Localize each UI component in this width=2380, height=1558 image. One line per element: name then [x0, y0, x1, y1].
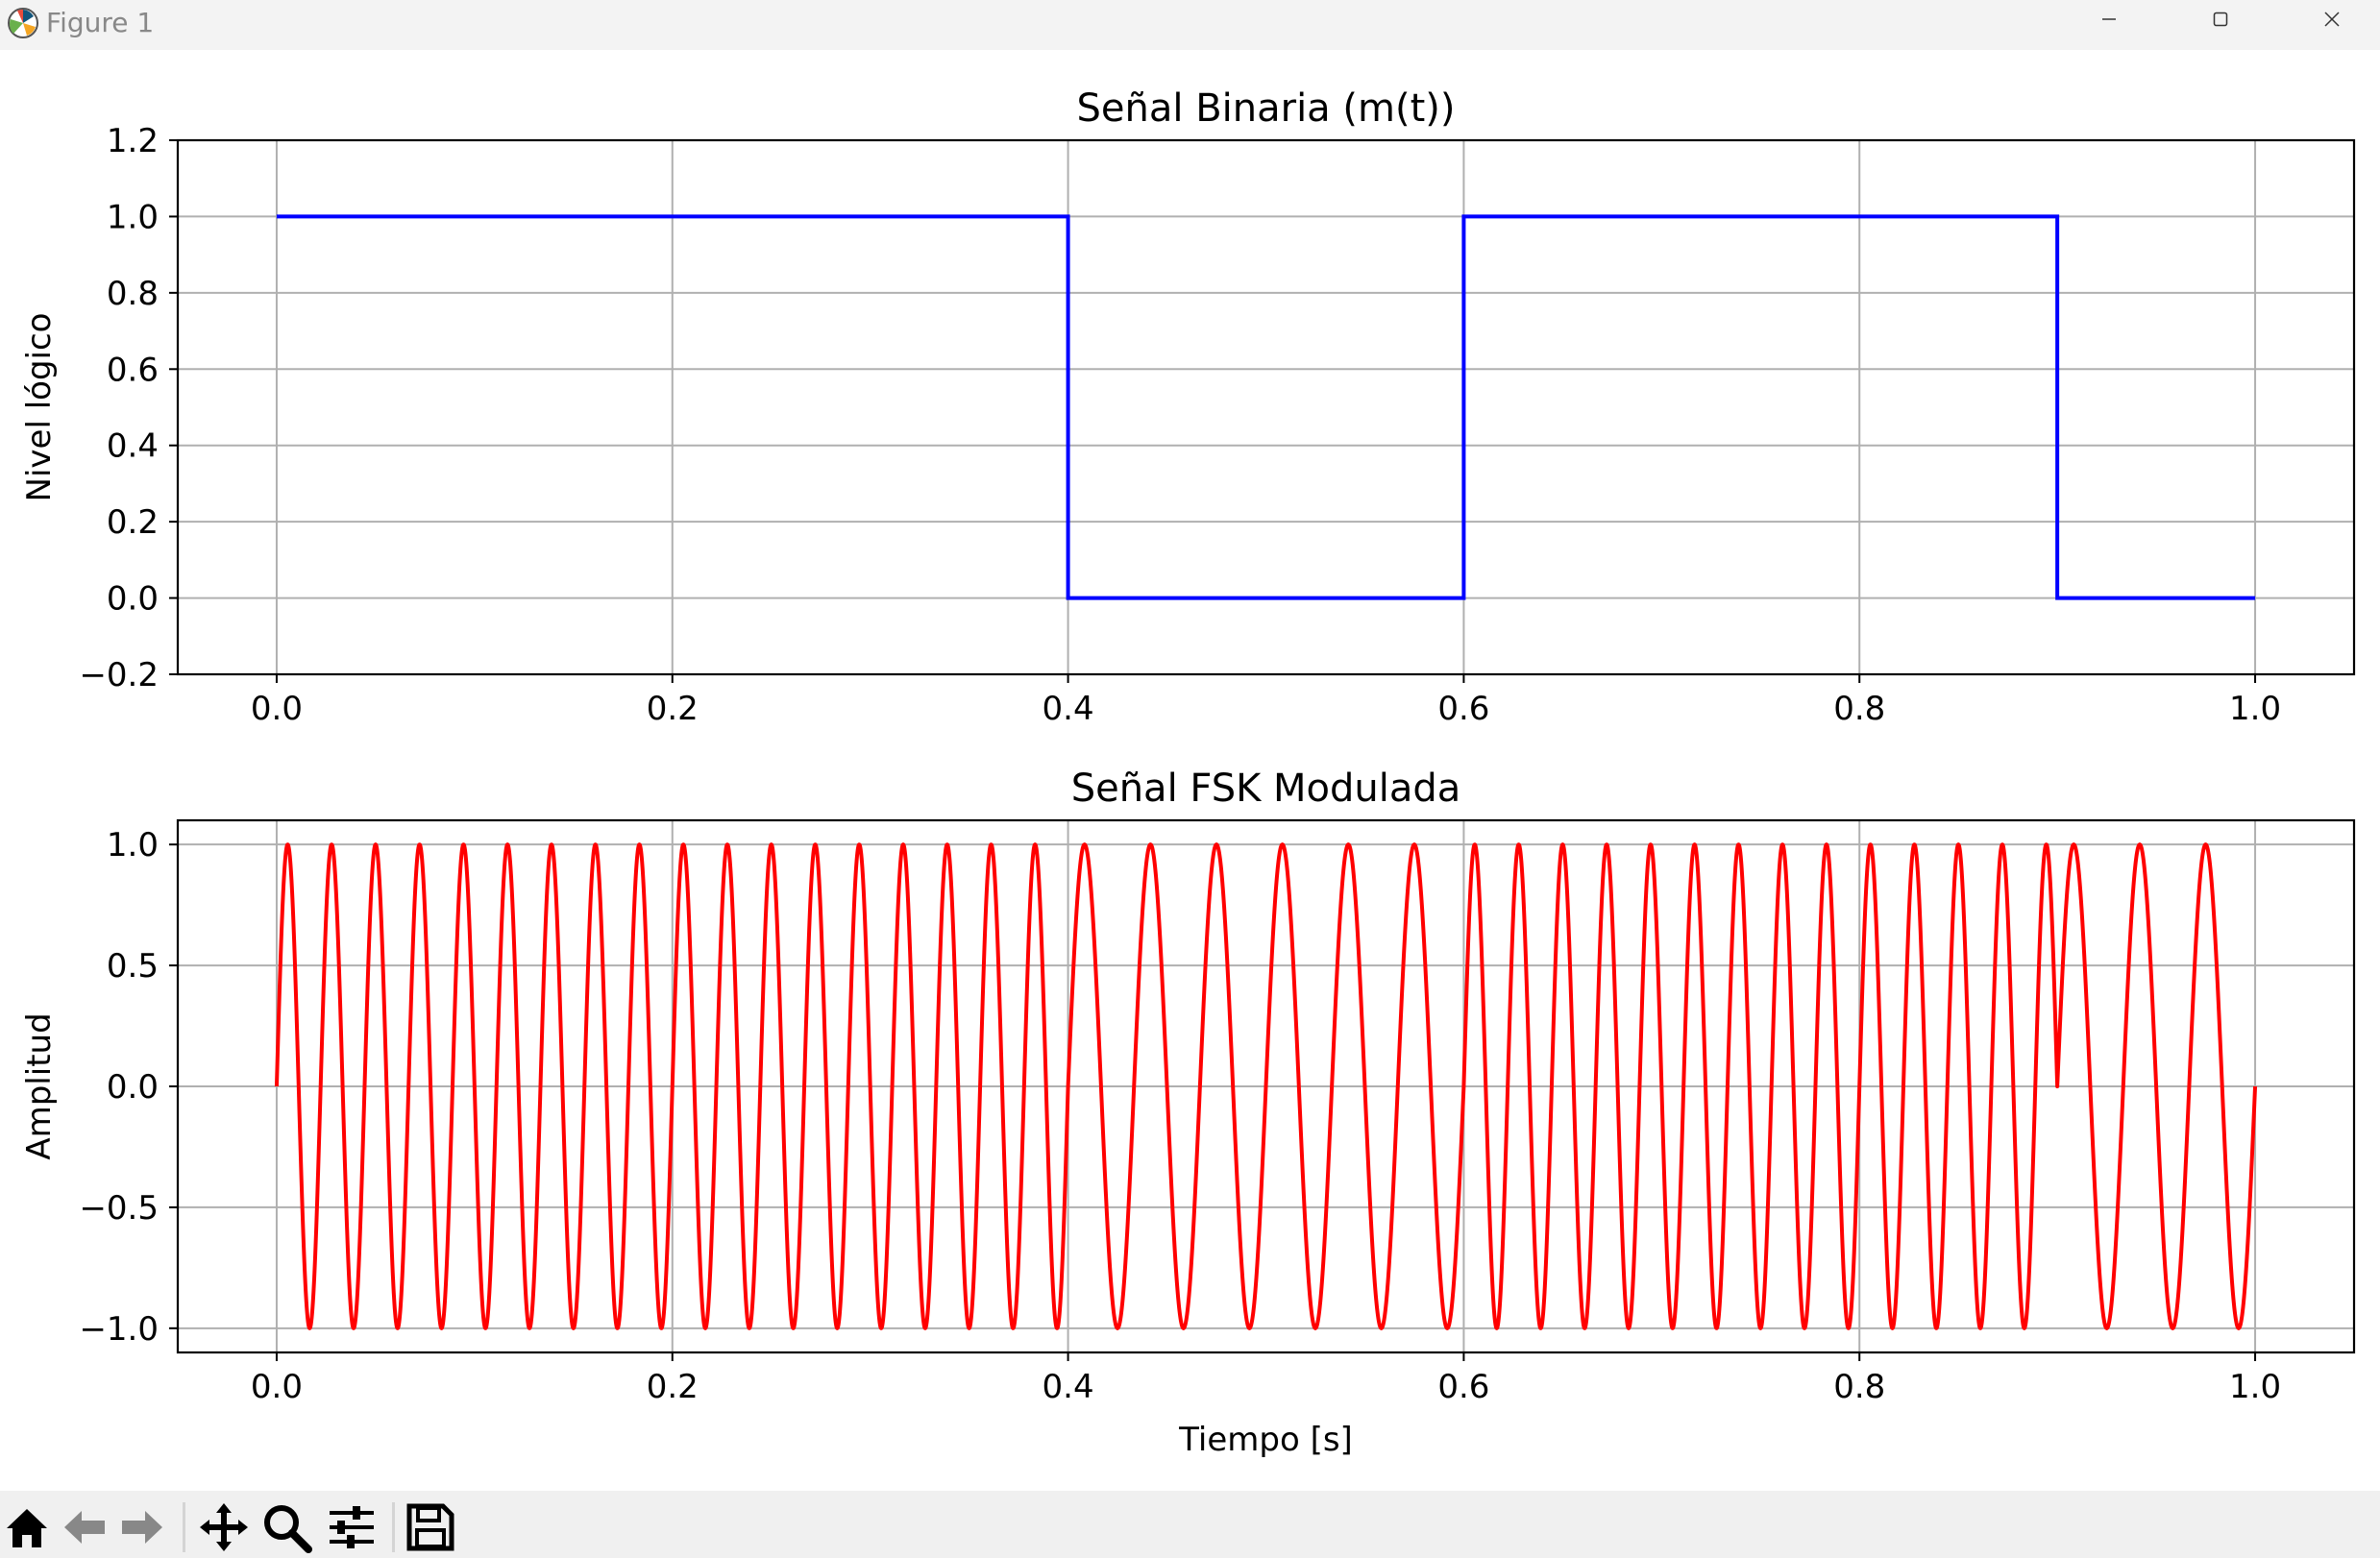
maximize-icon [2213, 12, 2228, 27]
navigation-toolbar [0, 1491, 2380, 1558]
binary-signal-line [276, 214, 2256, 600]
y-tick-label: 0.0 [107, 580, 159, 619]
y-tick-label: −1.0 [79, 1310, 159, 1349]
chart-title: Señal FSK Modulada [1071, 767, 1461, 811]
x-tick-label: 0.6 [1437, 1368, 1489, 1406]
zoom-button[interactable] [259, 1500, 313, 1554]
y-tick-label: 0.5 [107, 947, 159, 986]
close-icon [2324, 12, 2340, 27]
pan-button[interactable] [197, 1500, 251, 1554]
x-tick-label: 0.2 [647, 690, 699, 728]
toolbar-separator [392, 1502, 395, 1552]
x-ticks: 0.0 0.2 0.4 0.6 0.8 1.0 [251, 1352, 2281, 1406]
x-ticks: 0.0 0.2 0.4 0.6 0.8 1.0 [251, 674, 2281, 728]
y-tick-label: 1.0 [107, 826, 159, 864]
y-axis-label: Nivel lógico [20, 313, 59, 502]
x-tick-label: 1.0 [2229, 690, 2281, 728]
home-button[interactable] [0, 1500, 54, 1554]
matplotlib-logo-icon [8, 8, 38, 38]
x-tick-label: 0.6 [1437, 690, 1489, 728]
arrow-right-icon [122, 1511, 162, 1544]
toolbar-separator [183, 1502, 185, 1552]
x-tick-label: 0.8 [1833, 690, 1885, 728]
window-title: Figure 1 [46, 7, 155, 38]
minimize-button[interactable] [2056, 0, 2162, 38]
y-ticks: −0.2 0.0 0.2 0.4 0.6 0.8 1.0 1.2 [79, 122, 178, 694]
close-button[interactable] [2279, 0, 2380, 38]
y-tick-label: −0.5 [79, 1189, 159, 1228]
forward-button[interactable] [115, 1500, 169, 1554]
y-tick-label: −0.2 [79, 656, 159, 694]
x-axis-label: Tiempo [s] [1178, 1421, 1353, 1459]
maximize-button[interactable] [2168, 0, 2273, 38]
axes-frame [176, 138, 2356, 676]
sliders-icon [330, 1506, 374, 1548]
y-tick-label: 0.0 [107, 1068, 159, 1107]
move-icon [200, 1503, 248, 1551]
grid-vertical [275, 140, 2257, 674]
binary-signal-axes: 0.0 0.2 0.4 0.6 0.8 1.0 −0.2 0.0 0.2 0.4 0.6 0.8 1.… [20, 86, 2356, 728]
y-axis-label: Amplitud [20, 1012, 59, 1159]
y-tick-label: 0.2 [107, 503, 159, 542]
floppy-disk-icon [406, 1503, 454, 1551]
back-button[interactable] [58, 1500, 111, 1554]
y-tick-label: 0.8 [107, 275, 159, 313]
y-tick-label: 0.4 [107, 427, 159, 466]
magnifier-icon [264, 1505, 312, 1553]
y-tick-label: 1.2 [107, 122, 159, 160]
x-tick-label: 0.4 [1043, 1368, 1094, 1406]
configure-subplots-button[interactable] [325, 1500, 379, 1554]
figure-canvas[interactable]: 0.0 0.2 0.4 0.6 0.8 1.0 −0.2 0.0 0.2 0.4 0.6 0.8 1.… [0, 50, 2380, 1491]
y-tick-label: 0.6 [107, 351, 159, 389]
x-tick-label: 0.8 [1833, 1368, 1885, 1406]
fsk-signal-axes: 0.0 0.2 0.4 0.6 0.8 1.0 −1.0 −0.5 0.0 0.5 1.0 Señ… [20, 767, 2356, 1459]
chart-title: Señal Binaria (m(t)) [1077, 86, 1456, 131]
save-button[interactable] [404, 1500, 457, 1554]
x-tick-label: 0.4 [1043, 690, 1094, 728]
x-tick-label: 0.2 [647, 1368, 699, 1406]
minimize-icon [2102, 18, 2116, 20]
x-tick-label: 0.0 [251, 1368, 303, 1406]
figure-svg: 0.0 0.2 0.4 0.6 0.8 1.0 −0.2 0.0 0.2 0.4 0.6 0.8 1.… [20, 86, 2356, 1459]
x-tick-label: 0.0 [251, 690, 303, 728]
y-ticks: −1.0 −0.5 0.0 0.5 1.0 [79, 826, 178, 1349]
y-tick-label: 1.0 [107, 198, 159, 236]
home-icon [7, 1509, 47, 1547]
grid-horizontal [178, 139, 2354, 675]
x-tick-label: 1.0 [2229, 1368, 2281, 1406]
window-titlebar: Figure 1 [0, 0, 2380, 50]
arrow-left-icon [64, 1511, 105, 1544]
